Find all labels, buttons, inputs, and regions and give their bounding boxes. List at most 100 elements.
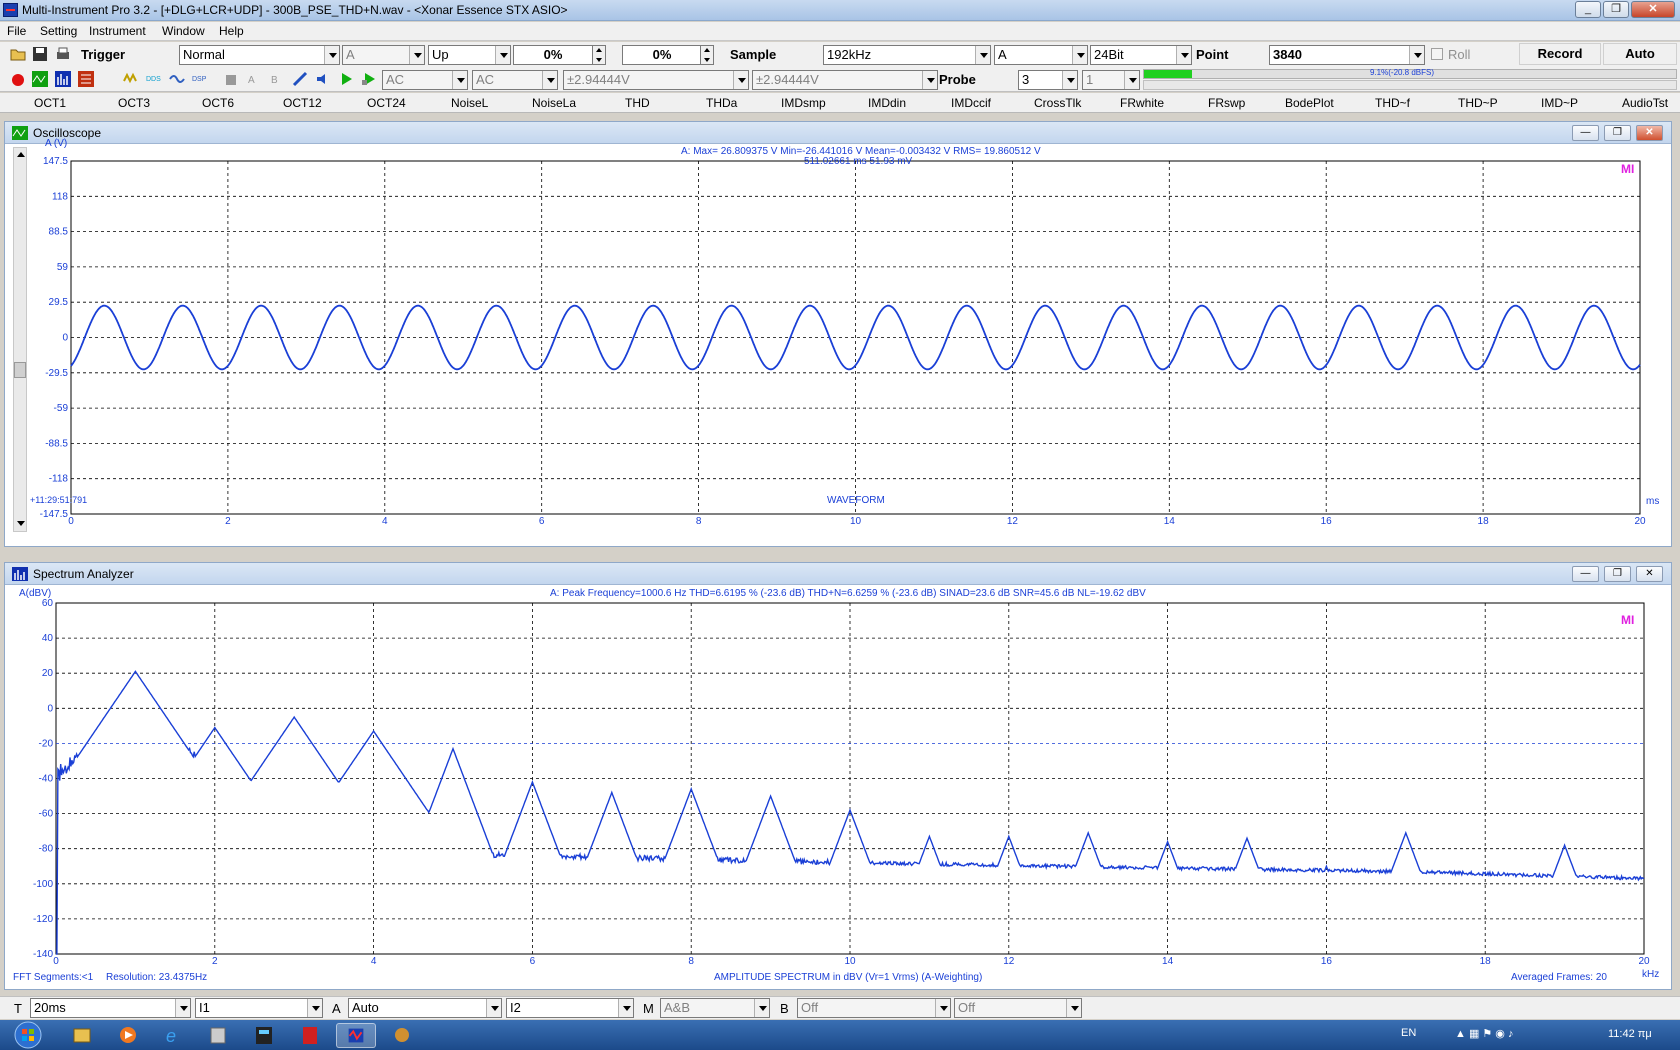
tab-thd-f[interactable]: THD~f xyxy=(1375,96,1410,110)
y-tick-label: -147.5 xyxy=(40,509,69,520)
spectrum-plot[interactable]: 0 2 4 6 8 10 12 14 16 18 20 60 40 20 0 -20 -40 -60 -80 -100… xyxy=(5,585,1671,989)
tab-thd[interactable]: THD xyxy=(625,96,650,110)
roll-checkbox[interactable] xyxy=(1431,48,1443,60)
trigger-delay-input[interactable]: 0% xyxy=(622,45,702,65)
timebase-select[interactable]: 20ms xyxy=(30,998,191,1018)
app-icon[interactable] xyxy=(382,1023,422,1048)
menu-window[interactable]: Window xyxy=(162,24,205,38)
open-folder-icon[interactable] xyxy=(10,46,26,62)
points-select[interactable]: 3840 xyxy=(1269,45,1425,65)
tab-audiotst[interactable]: AudioTst xyxy=(1622,96,1668,110)
tab-imdsmp[interactable]: IMDsmp xyxy=(781,96,826,110)
tab-frwhite[interactable]: FRwhite xyxy=(1120,96,1164,110)
panel-close-button[interactable]: ✕ xyxy=(1636,566,1663,582)
media-player-icon[interactable] xyxy=(108,1023,148,1048)
tab-oct12[interactable]: OCT12 xyxy=(283,96,322,110)
oscilloscope-plot[interactable]: 0 2 4 6 8 10 12 14 16 18 20 147.5 118 88.5 59 29.5 0 -29.… xyxy=(5,144,1671,546)
tab-oct6[interactable]: OCT6 xyxy=(202,96,234,110)
panel-minimize-button[interactable]: — xyxy=(1572,125,1599,141)
close-button[interactable]: ✕ xyxy=(1631,1,1675,18)
record-dot-icon[interactable] xyxy=(10,72,26,88)
b-label: B xyxy=(780,1001,789,1016)
calibrate-a-icon[interactable]: A xyxy=(246,71,262,87)
a-scale-value: Auto xyxy=(352,1000,379,1015)
language-indicator[interactable]: EN xyxy=(1401,1027,1416,1039)
play-icon[interactable] xyxy=(338,71,354,87)
minimize-button[interactable]: _ xyxy=(1575,1,1601,18)
b-scale-select[interactable]: Off xyxy=(797,998,951,1018)
spectrum-icon[interactable] xyxy=(55,71,71,87)
x-tick-label: 10 xyxy=(850,516,862,527)
probe-icon[interactable] xyxy=(292,71,308,87)
panel-maximize-button[interactable]: ❐ xyxy=(1604,566,1631,582)
probe-b-select[interactable]: 1 xyxy=(1082,70,1140,90)
multi-instrument-icon[interactable] xyxy=(336,1023,376,1048)
tab-noisela[interactable]: NoiseLa xyxy=(532,96,576,110)
tab-imddin[interactable]: IMDdin xyxy=(868,96,906,110)
save-icon[interactable] xyxy=(32,46,48,62)
panel-minimize-button[interactable]: — xyxy=(1572,566,1599,582)
calculator-icon[interactable] xyxy=(244,1023,284,1048)
app-icon[interactable] xyxy=(198,1023,238,1048)
calibrate-b-icon[interactable]: B xyxy=(269,71,285,87)
menu-setting[interactable]: Setting xyxy=(40,24,77,38)
panel-close-button[interactable]: ✕ xyxy=(1636,125,1663,141)
b2-select[interactable]: Off xyxy=(954,998,1082,1018)
channel-select[interactable]: A xyxy=(994,45,1088,65)
trigger-level-spinner[interactable] xyxy=(592,45,606,65)
i2-select[interactable]: I2 xyxy=(506,998,634,1018)
tab-oct1[interactable]: OCT1 xyxy=(34,96,66,110)
dsp-icon[interactable]: DSP xyxy=(192,71,208,87)
trigger-delay-spinner[interactable] xyxy=(700,45,714,65)
tray-icons[interactable]: ▲ ▦ ⚑ ◉ ♪ xyxy=(1455,1027,1513,1040)
i1-select[interactable]: I1 xyxy=(195,998,323,1018)
range-b-select[interactable]: ±2.94444V xyxy=(752,70,938,90)
probe-a-select[interactable]: 3 xyxy=(1018,70,1078,90)
record-button[interactable]: Record xyxy=(1519,43,1601,65)
tab-bodeplot[interactable]: BodePlot xyxy=(1285,96,1334,110)
tab-thda[interactable]: THDa xyxy=(706,96,737,110)
menu-file[interactable]: File xyxy=(7,24,26,38)
dds-out-icon[interactable]: DDS xyxy=(146,71,162,87)
m-select[interactable]: A&B xyxy=(660,998,770,1018)
tab-thd-p[interactable]: THD~P xyxy=(1458,96,1498,110)
print-icon[interactable] xyxy=(55,46,71,62)
signal-icon[interactable] xyxy=(169,71,185,87)
tab-oct3[interactable]: OCT3 xyxy=(118,96,150,110)
tab-frswp[interactable]: FRswp xyxy=(1208,96,1245,110)
tab-imd-p[interactable]: IMD~P xyxy=(1541,96,1578,110)
chevron-down-icon xyxy=(754,999,769,1017)
trigger-channel-select[interactable]: A xyxy=(342,45,425,65)
menu-help[interactable]: Help xyxy=(219,24,244,38)
panel-maximize-button[interactable]: ❐ xyxy=(1604,125,1631,141)
start-button-icon[interactable] xyxy=(8,1021,48,1049)
device-icon[interactable] xyxy=(223,71,239,87)
input-level-bar-b xyxy=(1143,80,1677,90)
menu-instrument[interactable]: Instrument xyxy=(89,24,146,38)
tab-oct24[interactable]: OCT24 xyxy=(367,96,406,110)
clock[interactable]: 11:42 πμ xyxy=(1608,1028,1652,1040)
tab-crosstlk[interactable]: CrossTlk xyxy=(1034,96,1081,110)
speaker-icon[interactable] xyxy=(315,71,331,87)
tab-imdccif[interactable]: IMDccif xyxy=(951,96,991,110)
coupling-b-select[interactable]: AC xyxy=(472,70,558,90)
y-tick-label: -140 xyxy=(33,949,53,960)
pdf-icon[interactable] xyxy=(290,1023,330,1048)
range-a-select[interactable]: ±2.94444V xyxy=(563,70,749,90)
play-step-icon[interactable] xyxy=(361,71,377,87)
maximize-button[interactable]: ❐ xyxy=(1603,1,1629,18)
trigger-edge-select[interactable]: Up xyxy=(428,45,511,65)
explorer-icon[interactable] xyxy=(62,1023,102,1048)
auto-button[interactable]: Auto xyxy=(1603,43,1677,65)
oscilloscope-icon[interactable] xyxy=(32,71,48,87)
bit-depth-select[interactable]: 24Bit xyxy=(1090,45,1192,65)
generator-icon[interactable] xyxy=(123,71,139,87)
a-scale-select[interactable]: Auto xyxy=(348,998,502,1018)
coupling-a-select[interactable]: AC xyxy=(382,70,468,90)
trigger-level-input[interactable]: 0% xyxy=(513,45,593,65)
multimeter-icon[interactable] xyxy=(78,71,94,87)
trigger-mode-select[interactable]: Normal xyxy=(179,45,340,65)
tab-noisel[interactable]: NoiseL xyxy=(451,96,488,110)
sample-rate-select[interactable]: 192kHz xyxy=(823,45,991,65)
internet-explorer-icon[interactable]: e xyxy=(153,1023,193,1048)
